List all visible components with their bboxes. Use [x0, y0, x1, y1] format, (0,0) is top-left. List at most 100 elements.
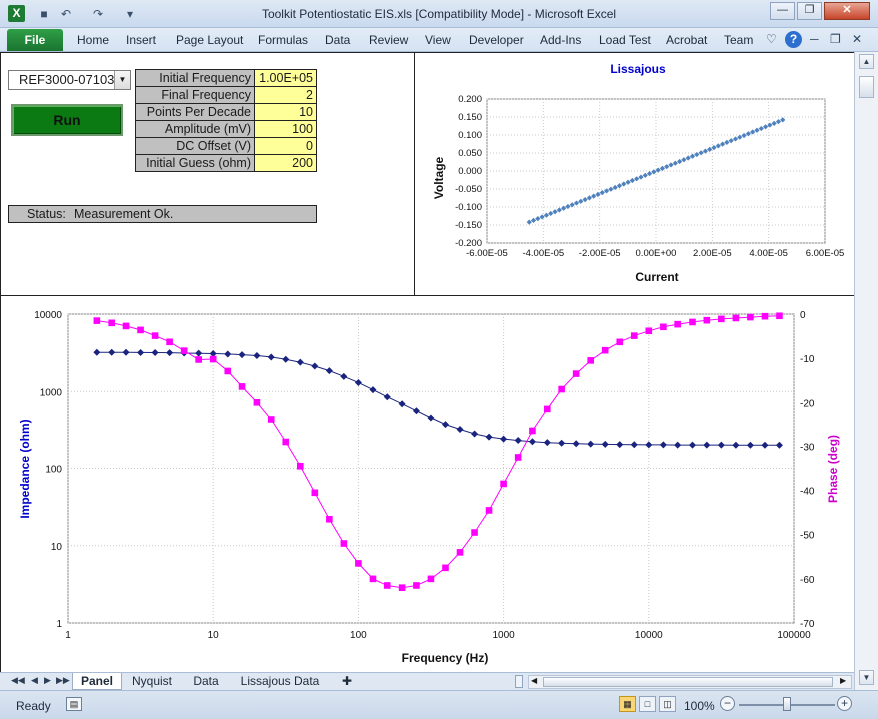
y2-tick-label: -10: [800, 354, 815, 365]
y2-tick-label: -60: [800, 575, 815, 586]
scroll-thumb[interactable]: [543, 677, 833, 687]
impedance-point: [427, 414, 435, 422]
tab-add-ins[interactable]: Add-Ins: [540, 33, 581, 47]
bode-y2label: Phase (deg): [826, 435, 840, 503]
impedance-point: [383, 393, 391, 401]
y-tick-label: 0.050: [458, 148, 482, 159]
phase-point: [238, 383, 246, 390]
phase-point: [224, 367, 232, 375]
prev-sheet-icon[interactable]: ◀: [31, 675, 38, 686]
close-icon[interactable]: ✕: [824, 2, 870, 20]
impedance-point: [471, 430, 479, 438]
scroll-down-icon[interactable]: ▼: [859, 670, 874, 685]
tab-review[interactable]: Review: [369, 33, 408, 47]
x-tick-label: 1000: [492, 630, 515, 641]
impedance-point: [340, 372, 348, 380]
tab-home[interactable]: Home: [77, 33, 109, 47]
phase-point: [732, 314, 740, 322]
macro-record-icon[interactable]: ▤: [66, 697, 82, 711]
phase-point: [776, 312, 783, 320]
x-tick-label: -2.00E-05: [579, 248, 621, 259]
insert-sheet-icon[interactable]: ✚: [333, 673, 361, 690]
zoom-in-icon[interactable]: +: [837, 696, 852, 711]
workbook-close-icon[interactable]: ✕: [852, 32, 862, 46]
impedance-point: [195, 349, 203, 357]
y2-tick-label: -70: [800, 619, 815, 630]
last-sheet-icon[interactable]: ▶▶: [56, 675, 70, 686]
phase-point: [529, 427, 536, 435]
phase-point: [674, 320, 681, 328]
impedance-point: [528, 438, 536, 446]
workbook-restore-icon[interactable]: ❐: [830, 32, 841, 46]
help-icon[interactable]: ?: [785, 31, 802, 48]
tab-panel[interactable]: Panel: [72, 673, 122, 690]
tab-data[interactable]: Data: [325, 33, 350, 47]
phase-point: [195, 356, 202, 363]
restore-icon[interactable]: ❐: [797, 2, 822, 20]
zoom-level[interactable]: 100%: [684, 699, 715, 713]
tab-lissajous-data[interactable]: Lissajous Data: [232, 673, 328, 690]
impedance-point: [543, 439, 551, 447]
impedance-point: [775, 441, 783, 449]
phase-point: [572, 370, 580, 377]
phase-point: [587, 357, 595, 364]
phase-point: [471, 529, 478, 536]
impedance-point: [267, 353, 275, 361]
normal-view-icon[interactable]: ▦: [619, 696, 636, 712]
zoom-out-icon[interactable]: −: [720, 696, 735, 711]
horizontal-scrollbar[interactable]: ◀ ▶: [528, 675, 852, 689]
y-tick-label: 10000: [34, 310, 62, 321]
y-tick-label: 0.150: [458, 112, 482, 123]
scroll-thumb[interactable]: [859, 76, 874, 98]
impedance-point: [354, 378, 362, 386]
impedance-point: [325, 367, 333, 375]
tab-acrobat[interactable]: Acrobat: [666, 33, 707, 47]
tab-data-sheet[interactable]: Data: [183, 673, 229, 690]
tab-nyquist[interactable]: Nyquist: [124, 673, 180, 690]
impedance-point: [746, 441, 754, 449]
bode-chart[interactable]: Frequency (Hz) Impedance (ohm) Phase (de…: [18, 310, 840, 665]
tab-load-test[interactable]: Load Test: [599, 33, 651, 47]
file-tab[interactable]: File: [7, 29, 63, 51]
impedance-point: [674, 441, 682, 449]
tab-page-layout[interactable]: Page Layout: [176, 33, 243, 47]
tab-view[interactable]: View: [425, 33, 451, 47]
phase-point: [253, 398, 261, 406]
impedance-point: [659, 441, 667, 449]
zoom-slider-knob[interactable]: [783, 697, 791, 711]
phase-point: [340, 540, 348, 547]
lissajous-ylabel: Voltage: [432, 156, 446, 199]
impedance-point: [151, 349, 159, 357]
tab-team[interactable]: Team: [724, 33, 753, 47]
impedance-point: [616, 441, 624, 449]
page-layout-view-icon[interactable]: □: [639, 696, 656, 712]
lissajous-xlabel: Current: [635, 270, 678, 284]
impedance-point: [224, 350, 232, 358]
window-title: Toolkit Potentiostatic EIS.xls [Compatib…: [261, 7, 617, 21]
workbook-minimize-icon[interactable]: ─: [810, 32, 819, 46]
impedance-point: [601, 440, 609, 448]
title-bar: X ■ ↶ ↷ ▾ Toolkit Potentiostatic EIS.xls…: [0, 0, 878, 28]
x-tick-label: 100: [350, 630, 367, 641]
lissajous-chart[interactable]: Lissajous Current Voltage 0.200 0.150 0.10…: [432, 62, 844, 284]
tab-developer[interactable]: Developer: [469, 33, 524, 47]
tab-insert[interactable]: Insert: [126, 33, 156, 47]
tab-formulas[interactable]: Formulas: [258, 33, 308, 47]
first-sheet-icon[interactable]: ◀◀: [11, 675, 25, 686]
next-sheet-icon[interactable]: ▶: [44, 675, 51, 686]
x-tick-label: 10: [208, 630, 220, 641]
minimize-ribbon-icon[interactable]: ♡: [766, 32, 777, 46]
page-break-view-icon[interactable]: ◫: [659, 696, 676, 712]
minimize-icon[interactable]: —: [770, 2, 795, 20]
phase-point: [122, 322, 130, 330]
y-tick-label: 100: [45, 465, 62, 476]
vertical-scrollbar[interactable]: ▲ ▼: [854, 52, 878, 690]
phase-point: [747, 313, 754, 321]
tab-split-handle[interactable]: [515, 675, 523, 688]
phase-point: [311, 489, 319, 497]
impedance-point: [485, 433, 493, 441]
scroll-left-icon[interactable]: ◀: [531, 676, 537, 685]
y2-tick-label: -20: [800, 398, 815, 409]
scroll-right-icon[interactable]: ▶: [840, 676, 846, 685]
scroll-up-icon[interactable]: ▲: [859, 54, 874, 69]
